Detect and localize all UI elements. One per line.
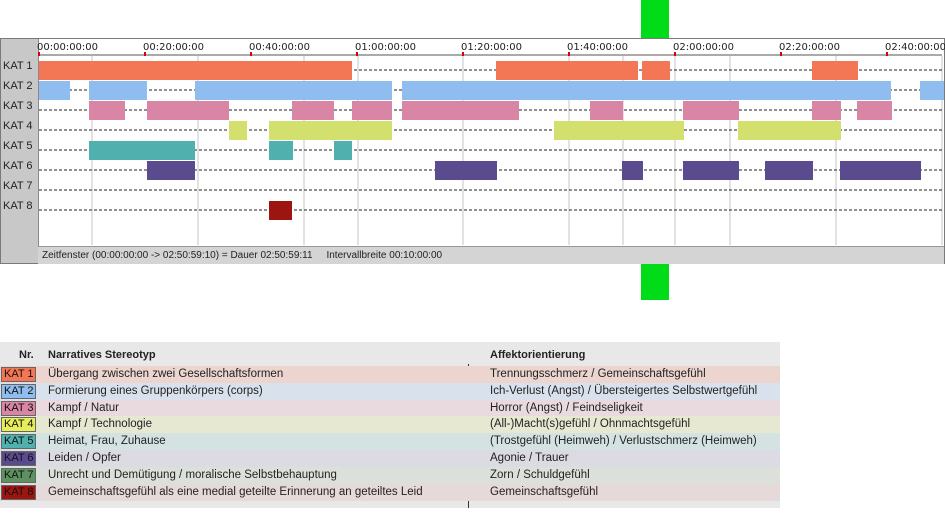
header-stereotype: Narratives Stereotyp — [48, 349, 156, 361]
category-badge: KAT 8 — [1, 484, 36, 500]
category-badge: KAT 4 — [1, 417, 36, 433]
affect-text: Horror (Angst) / Feindseligkeit — [490, 401, 643, 414]
category-badge: KAT 6 — [1, 451, 36, 466]
stereotype-text: Übergang zwischen zwei Gesellschaftsform… — [48, 368, 284, 380]
timeline-segment[interactable] — [435, 161, 497, 180]
timeline-segment[interactable] — [812, 61, 858, 80]
timeline-segment[interactable] — [765, 161, 813, 180]
time-tick-label: 02:40:00:00 — [885, 42, 945, 53]
header-nr: Nr. — [19, 349, 34, 361]
timeline-segment[interactable] — [89, 141, 195, 160]
timeline-segment[interactable] — [39, 61, 352, 80]
time-tick-label: 00:40:00:00 — [249, 42, 311, 53]
timeline-segment[interactable] — [269, 141, 293, 160]
category-legend-table: Nr. Narratives Stereotyp Affektorientier… — [0, 342, 780, 508]
timeline-segment[interactable] — [269, 121, 392, 140]
timeline-segment[interactable] — [857, 101, 892, 120]
timeline-segment[interactable] — [334, 141, 352, 160]
timeline-segment[interactable] — [642, 61, 670, 80]
category-badge: KAT 5 — [1, 434, 36, 450]
time-tick-label: 01:40:00:00 — [567, 42, 629, 53]
timeline-segment[interactable] — [352, 101, 392, 120]
timeline-segment[interactable] — [738, 121, 841, 140]
timeline-segment[interactable] — [590, 101, 623, 120]
time-tick-label: 01:20:00:00 — [461, 42, 523, 53]
category-badge: KAT 3 — [1, 400, 36, 416]
time-tick-label: 02:20:00:00 — [779, 42, 841, 53]
timeline-segment[interactable] — [402, 81, 891, 100]
timeline-segment[interactable] — [622, 161, 643, 180]
time-tick-label: 01:00:00:00 — [355, 42, 417, 53]
affect-text: Zorn / Schuldgefühl — [490, 468, 590, 481]
legend-row: KAT 4 Kampf / Technologie (All-)Macht(s)ge… — [0, 416, 780, 434]
category-badge: KAT 1 — [1, 367, 36, 382]
timeline-segment[interactable] — [89, 81, 147, 100]
timeline-segment[interactable] — [195, 81, 392, 100]
timeline-segment[interactable] — [920, 81, 944, 100]
time-tick-label: 00:00:00:00 — [37, 42, 99, 53]
timeline-segment[interactable] — [229, 121, 247, 140]
stereotype-text: Kampf / Technologie — [48, 418, 152, 431]
legend-row: KAT 3 Kampf / Natur Horror (Angst) / Feind… — [0, 399, 780, 417]
stereotype-text: Gemeinschaftsgefühl als eine medial gete… — [48, 485, 423, 498]
time-tick-label: 02:00:00:00 — [673, 42, 735, 53]
timeline-track-area[interactable] — [1, 39, 944, 246]
legend-row: KAT 2 Formierung eines Gruppenkörpers (co… — [0, 382, 780, 400]
timeline-segment[interactable] — [39, 81, 70, 100]
stereotype-text: Kampf / Natur — [48, 401, 119, 414]
playhead-marker-bottom[interactable] — [641, 264, 669, 300]
legend-row: KAT 8 Gemeinschaftsgefühl als eine medial… — [0, 483, 780, 501]
legend-row: KAT 6 Leiden / Opfer Agonie / Trauer — [0, 450, 780, 467]
affect-text: Ich-Verlust (Angst) / Übersteigertes Sel… — [490, 384, 758, 397]
timeline-segment[interactable] — [89, 101, 125, 120]
affect-text: (All-)Macht(s)gefühl / Ohnmachtsgefühl — [490, 418, 691, 431]
header-affect: Affektorientierung — [490, 349, 586, 361]
affect-text: (Trostgefühl (Heimweh) / Verlustschmerz … — [490, 435, 757, 448]
status-bar: Zeitfenster (00:00:00:00 -> 02:50:59:10)… — [38, 246, 944, 264]
legend-row: KAT 1 Übergang zwischen zwei Gesellschaft… — [0, 366, 780, 383]
timeline-segment[interactable] — [812, 101, 841, 120]
timeline-segment[interactable] — [402, 101, 519, 120]
timeline-panel: KAT 1 KAT 2 KAT 3 KAT 4 KAT 5 KAT 6 KAT … — [0, 38, 945, 264]
timeline-segment[interactable] — [147, 161, 195, 180]
playhead-marker-top[interactable] — [641, 0, 669, 38]
timeline-segment[interactable] — [147, 101, 229, 120]
affect-text: Trennungsschmerz / Gemeinschaftsgefühl — [490, 368, 706, 380]
stereotype-text: Heimat, Frau, Zuhause — [48, 435, 166, 448]
affect-text: Gemeinschaftsgefühl — [490, 485, 599, 498]
timeline-segment[interactable] — [683, 161, 739, 180]
affect-text: Agonie / Trauer — [490, 452, 569, 464]
category-badge: KAT 2 — [1, 383, 36, 399]
stereotype-text: Formierung eines Gruppenkörpers (corps) — [48, 384, 263, 397]
legend-row: KAT 7 Unrecht und Demütigung / moralische… — [0, 466, 780, 484]
timeline-segment[interactable] — [840, 161, 921, 180]
timeline-segment[interactable] — [554, 121, 684, 140]
timeline-segment[interactable] — [269, 201, 292, 220]
legend-header-row: Nr. Narratives Stereotyp Affektorientier… — [0, 347, 780, 364]
stereotype-text: Unrecht und Demütigung / moralische Selb… — [48, 468, 337, 481]
timeline-segment[interactable] — [683, 101, 739, 120]
category-badge: KAT 7 — [1, 467, 36, 483]
timeline-segment[interactable] — [496, 61, 638, 80]
timeline-segment[interactable] — [292, 101, 334, 120]
stereotype-text: Leiden / Opfer — [48, 452, 121, 464]
legend-row: KAT 5 Heimat, Frau, Zuhause (Trostgefühl (… — [0, 433, 780, 451]
time-tick-label: 00:20:00:00 — [143, 42, 205, 53]
